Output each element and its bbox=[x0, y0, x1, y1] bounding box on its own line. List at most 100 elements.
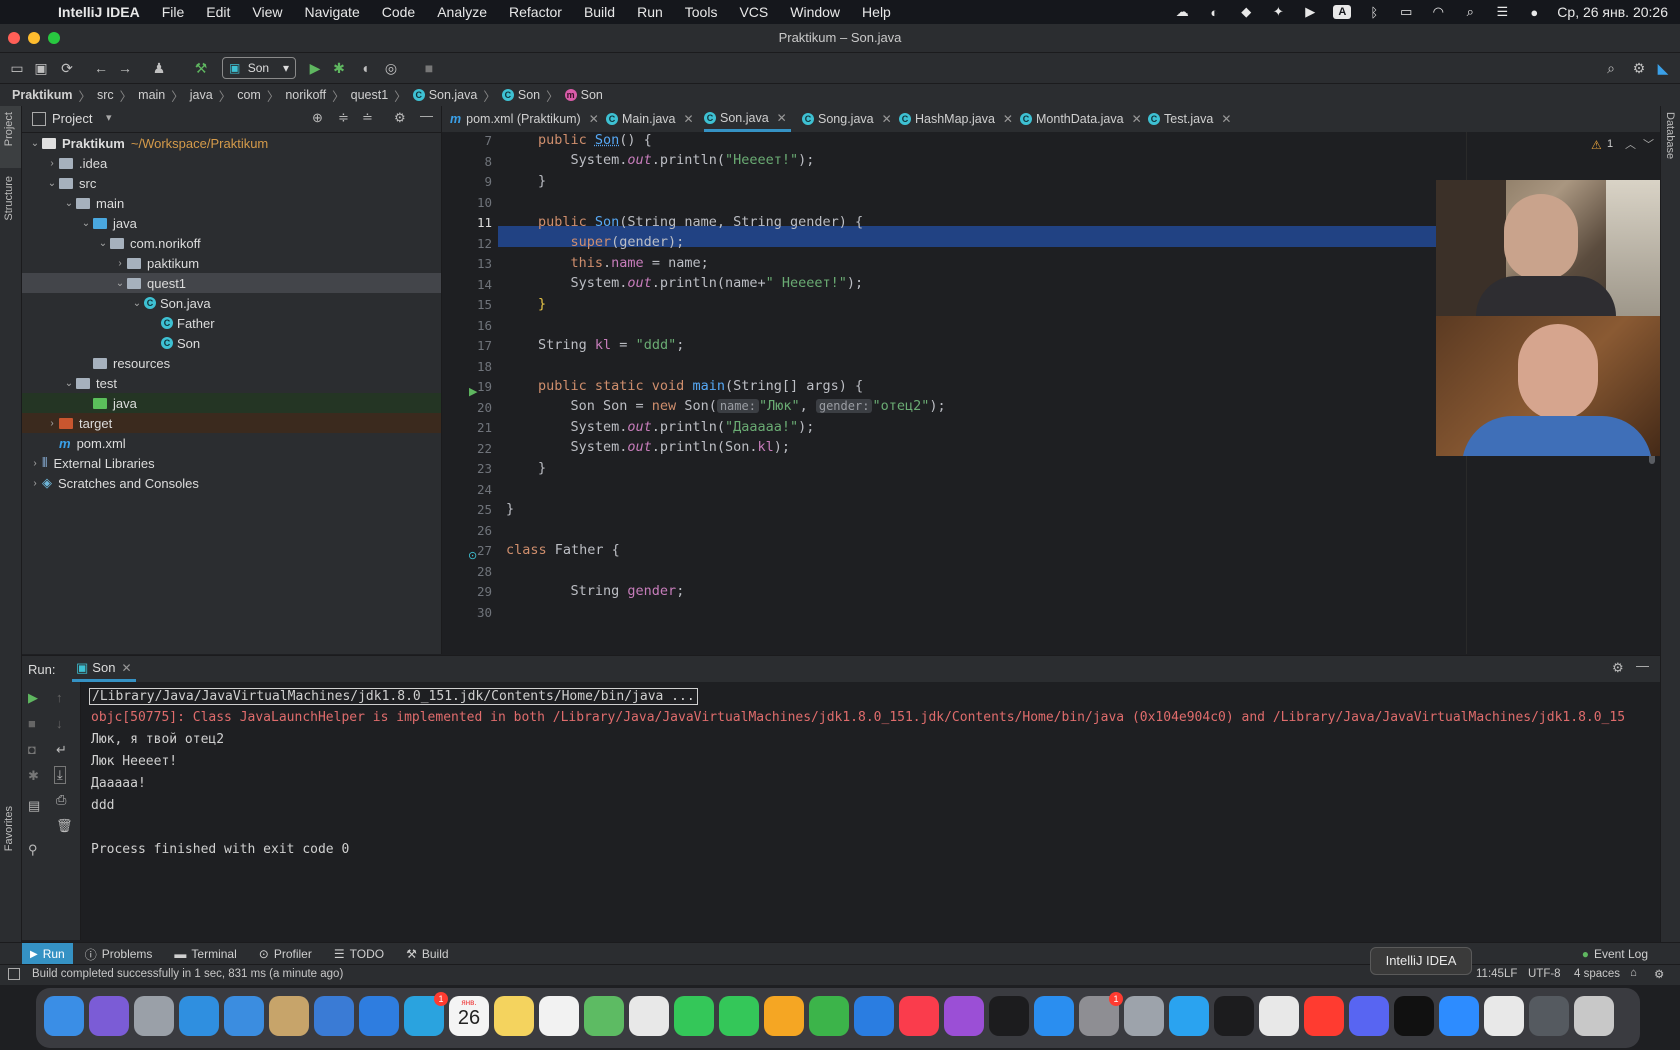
print-icon[interactable]: ⎙ bbox=[56, 792, 66, 808]
tool-tab-problems[interactable]: ⓘ Problems bbox=[85, 946, 153, 963]
rerun-icon[interactable]: ▶ bbox=[28, 690, 38, 706]
chrome-icon[interactable] bbox=[1259, 996, 1299, 1036]
tree-item[interactable]: › paktikum bbox=[22, 253, 441, 273]
tree-item[interactable]: m pom.xml bbox=[22, 433, 441, 453]
layout-icon[interactable]: ▤ bbox=[28, 798, 40, 814]
robot-icon[interactable]: ✦ bbox=[1269, 4, 1287, 19]
tree-item[interactable]: ⌄ src bbox=[22, 173, 441, 193]
siri-icon[interactable] bbox=[89, 996, 129, 1036]
run-gutter-icon[interactable]: ▶ bbox=[469, 385, 477, 398]
menu-window[interactable]: Window bbox=[790, 4, 840, 20]
menu-vcs[interactable]: VCS bbox=[739, 4, 768, 20]
messages-icon[interactable] bbox=[674, 996, 714, 1036]
zoom-icon[interactable] bbox=[1439, 996, 1479, 1036]
pin-icon[interactable]: ⚲ bbox=[28, 842, 38, 858]
camera-icon[interactable]: ◘ bbox=[28, 742, 36, 757]
telegram-icon[interactable]: 1 bbox=[404, 992, 448, 1036]
menu-code[interactable]: Code bbox=[382, 4, 415, 20]
chevron-down-icon[interactable]: ⌄ bbox=[130, 298, 144, 309]
run-tab-son[interactable]: ▣ Son ✕ bbox=[72, 656, 136, 682]
breadcrumb-item-method[interactable]: Son bbox=[581, 88, 603, 102]
discord-icon[interactable] bbox=[1349, 996, 1389, 1036]
caret-position[interactable]: 11:45 bbox=[1476, 968, 1504, 980]
menu-build[interactable]: Build bbox=[584, 4, 615, 20]
build-hammer-icon[interactable]: ⚒ bbox=[192, 59, 210, 77]
hide-panel-icon[interactable]: — bbox=[420, 108, 433, 123]
podcasts-icon[interactable] bbox=[944, 996, 984, 1036]
menu-view[interactable]: View bbox=[252, 4, 282, 20]
appletv-icon[interactable] bbox=[989, 996, 1029, 1036]
run-icon[interactable]: ▶ bbox=[306, 59, 324, 77]
status-message[interactable]: Build completed successfully in 1 sec, 8… bbox=[32, 968, 343, 980]
tab-pom-xml[interactable]: m pom.xml (Praktikum) ✕ bbox=[450, 106, 599, 132]
close-icon[interactable]: ✕ bbox=[1132, 112, 1142, 126]
trash-icon[interactable]: 🗑 bbox=[56, 818, 73, 834]
appstore-icon[interactable] bbox=[1034, 996, 1074, 1036]
tree-item[interactable]: ⌄ C Son.java bbox=[22, 293, 441, 313]
console-command-line[interactable]: /Library/Java/JavaVirtualMachines/jdk1.8… bbox=[89, 688, 698, 705]
database-app-icon[interactable] bbox=[1124, 996, 1164, 1036]
breadcrumb-item-main[interactable]: main bbox=[138, 88, 165, 102]
project-tool-button[interactable]: Project bbox=[0, 106, 21, 168]
expand-all-icon[interactable]: ≑ bbox=[338, 110, 349, 126]
tree-item[interactable]: resources bbox=[22, 353, 441, 373]
tree-item[interactable]: C Son bbox=[22, 333, 441, 353]
tab-son-java[interactable]: C Son.java ✕ bbox=[704, 106, 791, 132]
chevron-down-icon[interactable]: ⌄ bbox=[28, 138, 42, 149]
bluetooth-icon[interactable]: ᛒ bbox=[1365, 5, 1383, 20]
breadcrumb-item-norikoff[interactable]: norikoff bbox=[285, 88, 326, 102]
sync-icon[interactable]: ⟳ bbox=[58, 59, 76, 77]
xcode-icon[interactable] bbox=[314, 996, 354, 1036]
breadcrumb-item-class[interactable]: Son bbox=[518, 88, 540, 102]
notes-app-icon[interactable] bbox=[269, 996, 309, 1036]
chevron-up-icon[interactable]: ︿ bbox=[1625, 136, 1636, 152]
tree-item[interactable]: › ⫴ External Libraries bbox=[22, 453, 441, 473]
chevron-down-icon[interactable]: ▾ bbox=[106, 111, 112, 124]
chevron-right-icon[interactable]: › bbox=[28, 458, 42, 469]
warning-icon[interactable]: ⚠ bbox=[1591, 138, 1602, 152]
favorites-tool-button[interactable]: Favorites bbox=[0, 806, 21, 872]
battery-icon[interactable]: ▭ bbox=[1397, 4, 1415, 19]
git-icon[interactable]: ⚙ bbox=[1654, 967, 1664, 981]
breadcrumb-item-project[interactable]: Praktikum bbox=[12, 88, 72, 102]
video-call-participant-1[interactable] bbox=[1436, 180, 1680, 316]
menu-run[interactable]: Run bbox=[637, 4, 663, 20]
down-arrow-icon[interactable]: ↓ bbox=[56, 716, 63, 731]
cube-icon[interactable]: ◆ bbox=[1237, 4, 1255, 19]
line-separator[interactable]: LF bbox=[1504, 968, 1517, 980]
finder-icon[interactable] bbox=[44, 996, 84, 1036]
chevron-right-icon[interactable]: › bbox=[113, 258, 127, 269]
tab-main-java[interactable]: C Main.java ✕ bbox=[606, 106, 694, 132]
siri-icon[interactable]: ● bbox=[1525, 5, 1543, 20]
menu-analyze[interactable]: Analyze bbox=[437, 4, 487, 20]
spotlight-search-icon[interactable]: ⌕ bbox=[1461, 4, 1479, 19]
skype-icon[interactable] bbox=[1169, 996, 1209, 1036]
tree-item[interactable]: ⌄ com.norikoff bbox=[22, 233, 441, 253]
tool-tab-profiler[interactable]: ⊙ Profiler bbox=[259, 947, 312, 961]
scroll-to-end-icon[interactable]: ⤓ bbox=[54, 766, 66, 784]
run-configuration-select[interactable]: ▣ Son ▾ bbox=[222, 57, 296, 79]
debug-bug-icon[interactable]: ✱ bbox=[28, 768, 39, 784]
maps-pin-icon[interactable] bbox=[359, 996, 399, 1036]
tool-tab-terminal[interactable]: ▬ Terminal bbox=[174, 947, 236, 961]
toolbox-icon[interactable]: ◣ bbox=[1654, 59, 1672, 77]
tool-tab-todo[interactable]: ☰ TODO bbox=[334, 947, 384, 961]
chevron-down-icon[interactable]: ⌄ bbox=[62, 378, 76, 389]
menu-tools[interactable]: Tools bbox=[685, 4, 718, 20]
keynote-icon[interactable] bbox=[854, 996, 894, 1036]
lock-icon[interactable]: ⌂ bbox=[1630, 967, 1637, 979]
play-circle-icon[interactable]: ▶ bbox=[1301, 4, 1319, 19]
hide-panel-icon[interactable]: — bbox=[1636, 658, 1649, 673]
maps-icon[interactable] bbox=[584, 996, 624, 1036]
trash-icon[interactable] bbox=[1574, 996, 1614, 1036]
event-log-button[interactable]: ● Event Log bbox=[1582, 947, 1648, 961]
input-source-icon[interactable]: A bbox=[1333, 5, 1352, 19]
breadcrumb-item-java[interactable]: java bbox=[190, 88, 213, 102]
run-console[interactable]: /Library/Java/JavaVirtualMachines/jdk1.8… bbox=[81, 682, 1660, 940]
chevron-right-icon[interactable]: › bbox=[45, 158, 59, 169]
tree-item[interactable]: java bbox=[22, 393, 441, 413]
screenshot-icon[interactable] bbox=[1529, 996, 1569, 1036]
debug-icon[interactable]: ✱ bbox=[330, 59, 348, 77]
chevron-right-icon[interactable]: › bbox=[45, 418, 59, 429]
indent-setting[interactable]: 4 spaces bbox=[1574, 968, 1620, 980]
